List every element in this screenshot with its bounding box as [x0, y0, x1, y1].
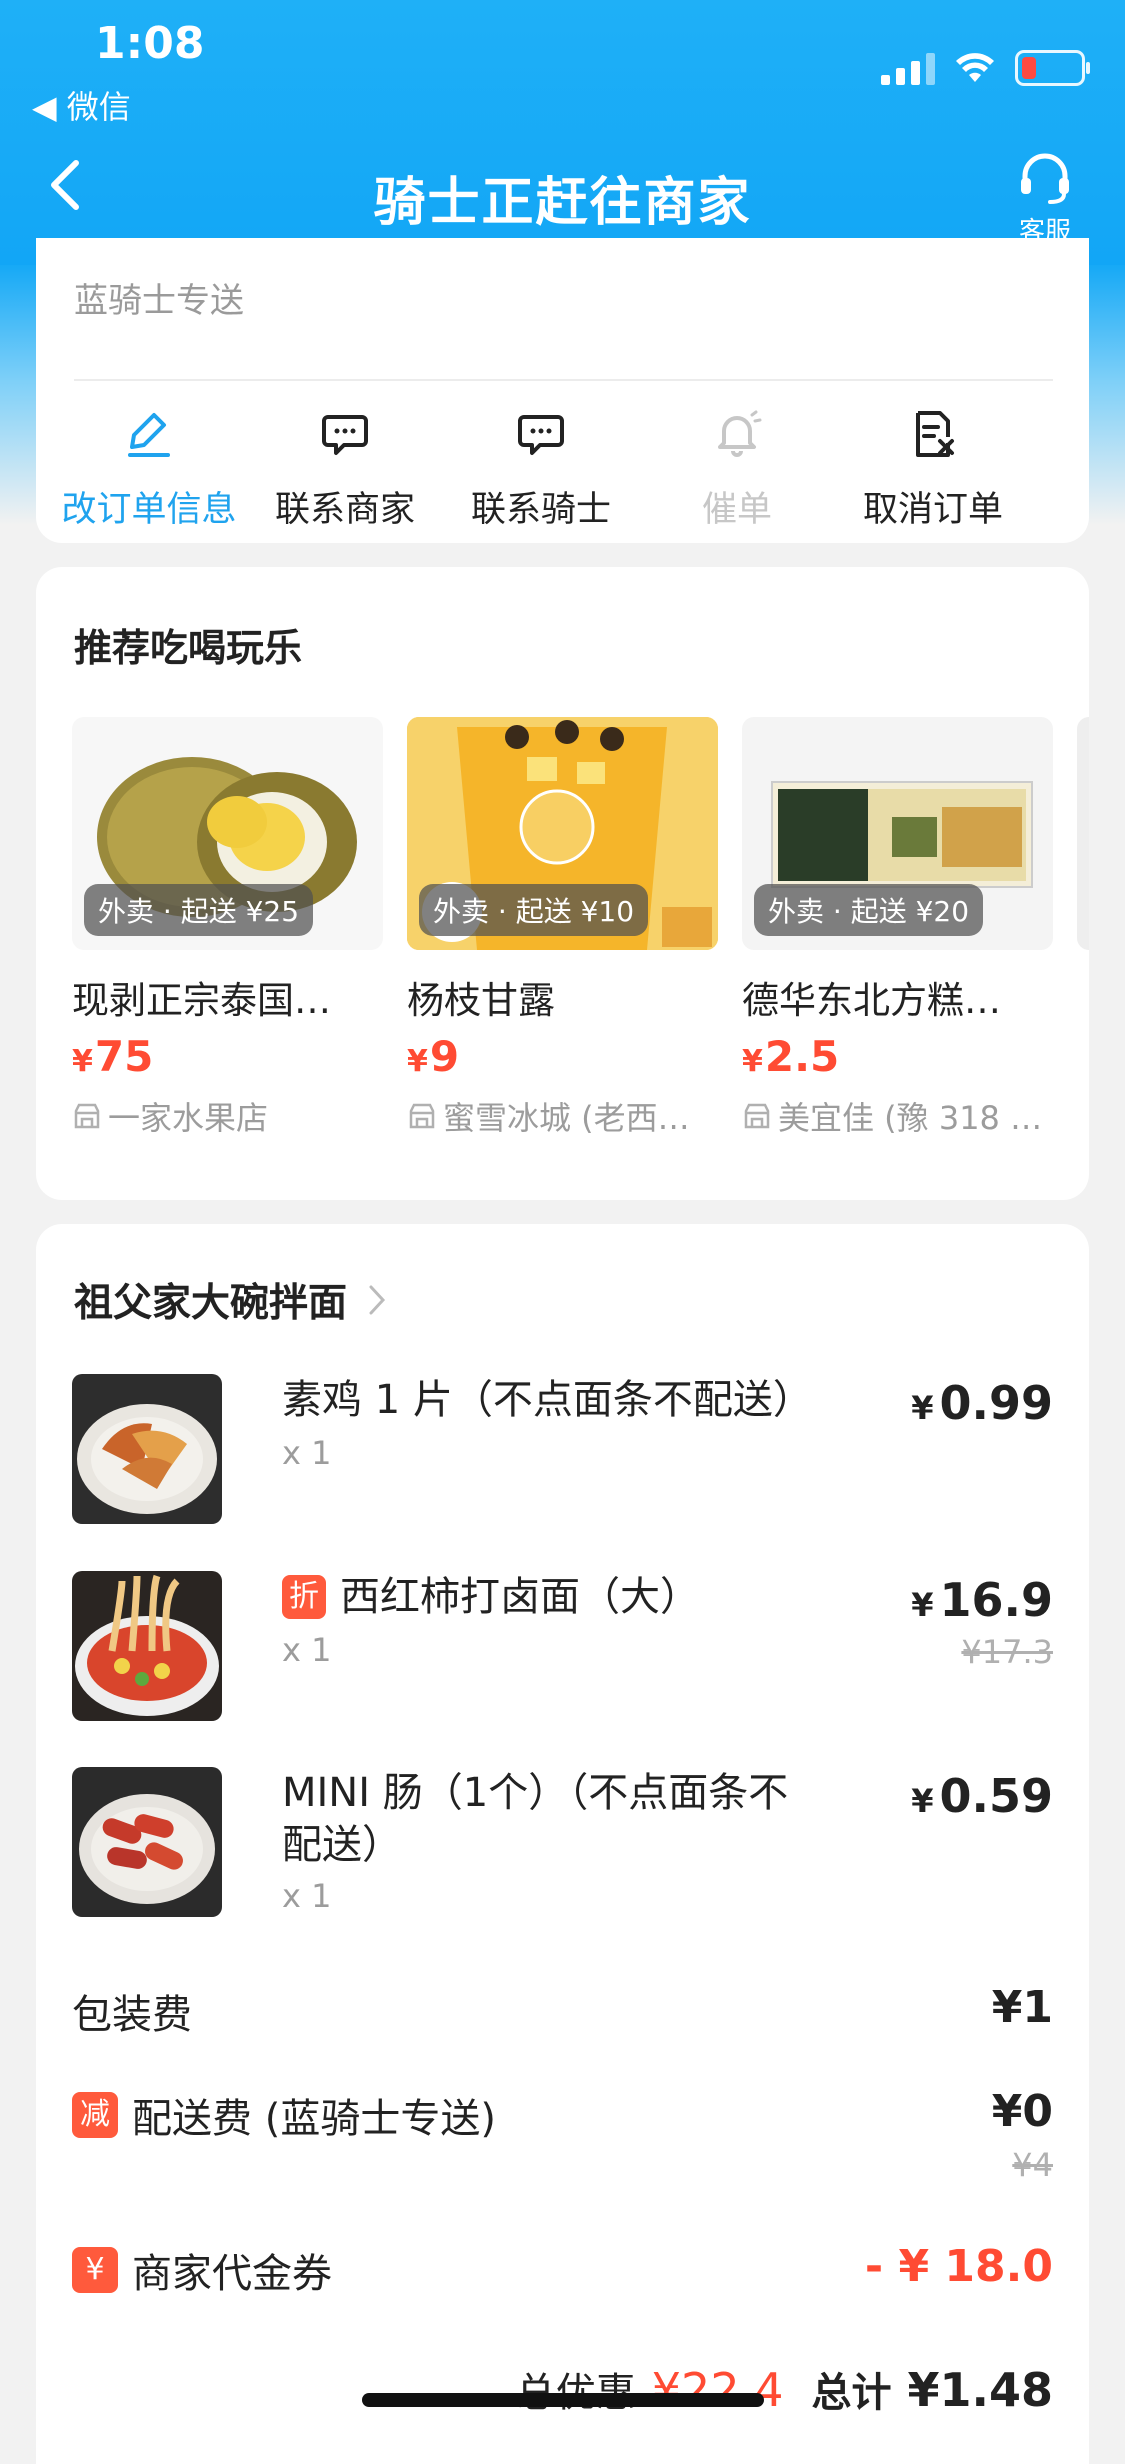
total-value: ¥1.48 — [907, 2363, 1053, 2417]
voucher-label: ¥ 商家代金券 — [72, 2241, 332, 2299]
recommend-item-shop: 蜜雪冰城 (老西… — [407, 1093, 718, 1139]
shop-icon — [74, 1103, 100, 1129]
urge-order-label: 催单 — [701, 490, 772, 530]
item-price: ¥0.59 — [911, 1769, 1053, 1823]
delivery-tag: 外卖 · 起送 ¥10 — [419, 884, 649, 936]
cancel-order-button[interactable]: 取消订单 — [835, 403, 1031, 532]
order-item: MINI 肠（1个）（不点面条不配送） x 1 ¥0.59 — [72, 1767, 1053, 1927]
packing-fee-value: ¥1 — [991, 1982, 1053, 2033]
item-original-price: ¥17.3 — [961, 1633, 1053, 1671]
total-discount-label: 总优惠 — [516, 2360, 636, 2418]
chat-icon — [518, 415, 564, 455]
total-discount-value: ¥22.4 — [651, 2363, 784, 2417]
contact-rider-label: 联系骑士 — [470, 490, 611, 530]
top-header: 1:08 ◀ 微信 骑士正赶往商家 客服 — [0, 0, 1125, 265]
cake-package-image: 外卖 · 起送 ¥20 — [742, 717, 1053, 950]
back-to-app[interactable]: ◀ 微信 — [32, 82, 131, 128]
discount-badge: 折 — [282, 1575, 326, 1619]
voucher-badge: ¥ — [72, 2247, 118, 2293]
recommendations-list: 外卖 · 起送 ¥25 现剥正宗泰国… ¥75 一家水果店 外卖 · 起送 ¥1… — [72, 717, 1089, 1139]
chat-icon — [322, 415, 368, 455]
voucher-row: ¥ 商家代金券 - ¥ 18.0 — [72, 2241, 1053, 2301]
recommend-item[interactable]: 外卖 · 起送 ¥10 杨枝甘露 ¥9 蜜雪冰城 (老西… — [407, 717, 718, 1139]
packing-fee-row: 包装费 ¥1 — [72, 1982, 1053, 2042]
order-total-row: 总优惠 ¥22.4 总计 ¥1.48 — [516, 2360, 1053, 2418]
recommend-item-shop: 一家水果店 — [72, 1093, 383, 1139]
item-name: 折西红柿打卤面（大） — [282, 1571, 842, 1623]
item-price: ¥0.99 — [911, 1376, 1053, 1430]
delivery-tag: 外卖 · 起送 ¥25 — [84, 884, 314, 936]
recommend-item-price: ¥75 — [72, 1032, 154, 1081]
order-item: 折西红柿打卤面（大） x 1 ¥16.9 ¥17.3 — [72, 1571, 1053, 1721]
packing-fee-label: 包装费 — [72, 1992, 192, 2038]
durian-image: 外卖 · 起送 ¥25 — [72, 717, 383, 950]
wifi-icon — [956, 53, 994, 82]
cancel-order-label: 取消订单 — [862, 490, 1003, 530]
cancel-order-icon — [916, 411, 954, 457]
store-name-link[interactable]: 祖父家大碗拌面 — [74, 1272, 387, 1328]
delivery-fee-original: ¥4 — [1012, 2146, 1053, 2184]
status-time: 1:08 — [95, 18, 205, 69]
mango-drink-image: 外卖 · 起送 ¥10 — [407, 717, 718, 950]
recommend-item[interactable]: 外卖 · 起送 ¥20 德华东北方糕… ¥2.5 美宜佳 (豫 318 … — [742, 717, 1053, 1139]
shop-icon — [744, 1103, 770, 1129]
recommend-item-name: 现剥正宗泰国… — [72, 979, 331, 1022]
divider — [74, 379, 1053, 381]
chevron-right-icon — [369, 1285, 386, 1315]
item-name: MINI 肠（1个）（不点面条不配送） — [282, 1770, 789, 1868]
delivery-tag: 外卖 · 起送 ¥20 — [754, 884, 984, 936]
contact-merchant-button[interactable]: 联系商家 — [247, 403, 443, 532]
delivery-fee-label: 减 配送费 (蓝骑士专送) — [72, 2086, 496, 2144]
recommendations-title: 推荐吃喝玩乐 — [74, 626, 303, 670]
bell-icon — [718, 410, 762, 457]
item-price: ¥16.9 — [911, 1573, 1053, 1627]
urge-order-button[interactable]: 催单 — [639, 403, 835, 532]
shop-icon — [409, 1103, 435, 1129]
total-label: 总计 — [811, 2370, 892, 2416]
recommend-item[interactable]: 外卖 · 起送 ¥25 现剥正宗泰国… ¥75 一家水果店 — [72, 717, 383, 1139]
reduction-badge: 减 — [72, 2092, 118, 2138]
status-icons — [881, 50, 1090, 86]
voucher-value: - ¥ 18.0 — [864, 2241, 1053, 2292]
edit-order-button[interactable]: 改订单信息 — [51, 403, 247, 532]
signal-icon — [881, 51, 935, 85]
item-qty: x 1 — [282, 1877, 332, 1915]
recommend-item-partial[interactable] — [1077, 717, 1089, 1139]
edit-icon — [128, 413, 170, 457]
headset-icon — [1021, 153, 1069, 204]
store-name: 祖父家大碗拌面 — [74, 1281, 348, 1326]
order-details-card: 祖父家大碗拌面 素鸡 1 片（不点面条不配送） x 1 ¥0.99 折 西红柿打… — [36, 1224, 1089, 2464]
delivery-fee-row: 减 配送费 (蓝骑士专送) ¥0 ¥4 — [72, 2086, 1053, 2196]
home-indicator[interactable] — [362, 2393, 764, 2407]
recommend-item-price: ¥9 — [407, 1032, 460, 1081]
recommend-item-price: ¥2.5 — [742, 1032, 840, 1081]
order-actions: 改订单信息 联系商家 联系骑士 催单 取消订单 — [36, 403, 1089, 532]
item-qty: x 1 — [282, 1434, 332, 1472]
order-item: 素鸡 1 片（不点面条不配送） x 1 ¥0.99 — [72, 1374, 1053, 1524]
battery-icon — [1015, 50, 1090, 86]
item-name: 素鸡 1 片（不点面条不配送） — [282, 1377, 813, 1423]
customer-service-button[interactable]: 客服 — [995, 152, 1095, 248]
item-image — [72, 1571, 222, 1721]
recommend-item-name: 杨枝甘露 — [407, 979, 555, 1022]
recommend-item-name: 德华东北方糕… — [742, 979, 1001, 1022]
rider-actions-card: 蓝骑士专送 改订单信息 联系商家 联系骑士 催单 取消订单 — [36, 238, 1089, 543]
recommend-item-shop: 美宜佳 (豫 318 … — [742, 1093, 1053, 1139]
page-title: 骑士正赶往商家 — [373, 173, 752, 233]
contact-merchant-label: 联系商家 — [274, 490, 415, 530]
item-image — [72, 1767, 222, 1917]
delivery-fee-value: ¥0 — [991, 2086, 1053, 2137]
edit-order-label: 改订单信息 — [61, 490, 237, 530]
contact-rider-button[interactable]: 联系骑士 — [443, 403, 639, 532]
rider-type-label: 蓝骑士专送 — [74, 281, 244, 321]
item-qty: x 1 — [282, 1631, 332, 1669]
recommendations-card: 推荐吃喝玩乐 外卖 · 起送 ¥25 现剥正宗泰国… ¥75 一家水果店 外卖 … — [36, 567, 1089, 1200]
item-image — [72, 1374, 222, 1524]
partial-item-image — [1077, 717, 1089, 950]
